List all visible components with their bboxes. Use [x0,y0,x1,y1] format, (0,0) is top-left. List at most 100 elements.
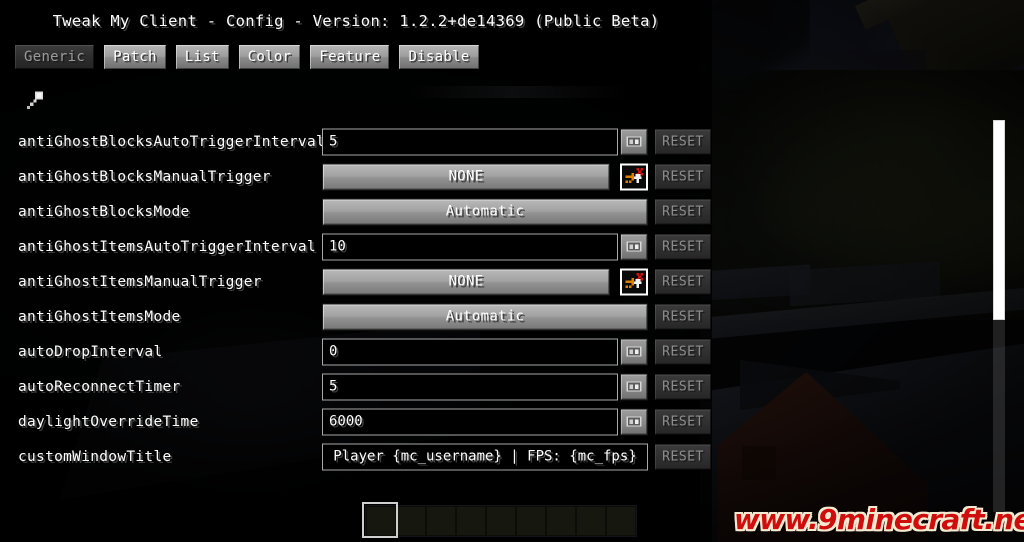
config-row-label: antiGhostItemsMode [18,308,181,325]
config-text-input[interactable]: 10 [322,233,618,260]
config-row: antiGhostBlocksMode Automatic RESET [0,194,712,229]
config-row: antiGhostItemsManualTrigger NONE RESET [0,264,712,299]
keybind-button[interactable]: NONE [322,163,610,190]
slider-toggle-icon [626,381,642,392]
config-text-input-value: 5 [329,378,338,395]
reset-button[interactable]: RESET [654,408,712,435]
tab-disable-label: Disable [408,49,470,65]
config-text-input-value: 0 [329,343,338,360]
reset-button-label: RESET [662,449,704,464]
config-row: autoReconnectTimer 5 RESET [0,369,712,404]
config-row-label: antiGhostItemsManualTrigger [18,273,262,290]
config-text-input-value: 6000 [329,413,363,430]
tab-generic-label: Generic [24,49,86,65]
reset-button-label: RESET [662,344,704,359]
cycle-button[interactable]: Automatic [322,303,648,330]
slider-toggle-icon [626,416,642,427]
scrollbar-thumb[interactable] [993,120,1005,320]
config-text-input[interactable]: 5 [322,128,618,155]
tab-list-label: List [184,49,220,65]
keybind-button-value: NONE [448,273,484,290]
config-row-label: autoReconnectTimer [18,378,181,395]
clear-keybind-icon [625,167,643,183]
config-row: antiGhostItemsMode Automatic RESET [0,299,712,334]
reset-button-label: RESET [662,169,704,184]
tab-color[interactable]: Color [237,44,302,70]
slider-toggle-icon [626,346,642,357]
slider-toggle-icon [626,136,642,147]
tab-feature-label: Feature [319,49,381,65]
hotbar-slot[interactable] [486,506,516,536]
config-row: customWindowTitle Player {mc_username} |… [0,439,712,474]
tab-patch[interactable]: Patch [103,44,167,70]
tab-color-label: Color [247,49,292,65]
tab-generic[interactable]: Generic [14,44,96,70]
reset-button[interactable]: RESET [654,443,712,470]
hotbar-slot[interactable] [576,506,606,536]
scrollbar-track[interactable] [993,120,1005,512]
config-text-input-value: Player {mc_username} | FPS: {mc_fps} [333,448,637,465]
config-text-input[interactable]: 5 [322,373,618,400]
reset-button-label: RESET [662,414,704,429]
reset-button[interactable]: RESET [654,303,712,330]
reset-button[interactable]: RESET [654,163,712,190]
reset-button-label: RESET [662,204,704,219]
config-row: antiGhostBlocksManualTrigger NONE RESET [0,159,712,194]
tab-disable[interactable]: Disable [398,44,480,70]
config-text-input[interactable]: Player {mc_username} | FPS: {mc_fps} [322,443,648,470]
cycle-button-value: Automatic [445,308,525,325]
reset-button[interactable]: RESET [654,198,712,225]
config-row-label: antiGhostBlocksMode [18,203,190,220]
reset-button-label: RESET [662,274,704,289]
reset-button[interactable]: RESET [654,233,712,260]
reset-button-label: RESET [662,309,704,324]
hotbar-slot[interactable] [606,506,636,536]
clear-keybind-icon-button[interactable] [620,268,648,295]
config-row-label: autoDropInterval [18,343,163,360]
reset-button[interactable]: RESET [654,268,712,295]
clear-keybind-icon-button[interactable] [620,163,648,190]
config-text-input[interactable]: 6000 [322,408,618,435]
slider-toggle-icon-button[interactable] [620,233,648,260]
config-row-label: antiGhostItemsAutoTriggerInterval [18,238,316,255]
hotbar-slot[interactable] [456,506,486,536]
minecraft-config-screen: Tweak My Client - Config - Version: 1.2.… [0,0,1024,542]
config-row: daylightOverrideTime 6000 RESET [0,404,712,439]
hotbar-slot[interactable] [546,506,576,536]
tab-feature[interactable]: Feature [309,44,391,70]
config-row-label: customWindowTitle [18,448,172,465]
reset-button-label: RESET [662,379,704,394]
site-watermark: www.9minecraft.net [734,503,1024,536]
hotbar-slot[interactable] [366,506,396,536]
tab-list[interactable]: List [174,44,230,70]
slider-toggle-icon-button[interactable] [620,128,648,155]
config-row-label: antiGhostBlocksManualTrigger [18,168,271,185]
reset-button-label: RESET [662,239,704,254]
config-row: antiGhostItemsAutoTriggerInterval 10 RES… [0,229,712,264]
config-row-list: antiGhostBlocksAutoTriggerInterval 5 RES… [0,124,712,474]
slider-toggle-icon-button[interactable] [620,408,648,435]
reset-button[interactable]: RESET [654,373,712,400]
slider-toggle-icon-button[interactable] [620,373,648,400]
config-gui: Tweak My Client - Config - Version: 1.2.… [0,0,1024,542]
hotbar-slot[interactable] [396,506,426,536]
config-text-input-value: 5 [329,133,338,150]
config-row: autoDropInterval 0 RESET [0,334,712,369]
keybind-button[interactable]: NONE [322,268,610,295]
slider-toggle-icon-button[interactable] [620,338,648,365]
search-icon[interactable] [22,88,48,114]
cycle-button[interactable]: Automatic [322,198,648,225]
reset-button-label: RESET [662,134,704,149]
clear-keybind-icon [625,272,643,288]
page-title: Tweak My Client - Config - Version: 1.2.… [52,12,660,30]
cycle-button-value: Automatic [445,203,525,220]
config-row: antiGhostBlocksAutoTriggerInterval 5 RES… [0,124,712,159]
tab-patch-label: Patch [113,49,157,65]
config-text-input[interactable]: 0 [322,338,618,365]
reset-button[interactable]: RESET [654,338,712,365]
hotbar-slot[interactable] [516,506,546,536]
reset-button[interactable]: RESET [654,128,712,155]
slider-toggle-icon [626,241,642,252]
hotbar-slot[interactable] [426,506,456,536]
hotbar [364,504,638,538]
